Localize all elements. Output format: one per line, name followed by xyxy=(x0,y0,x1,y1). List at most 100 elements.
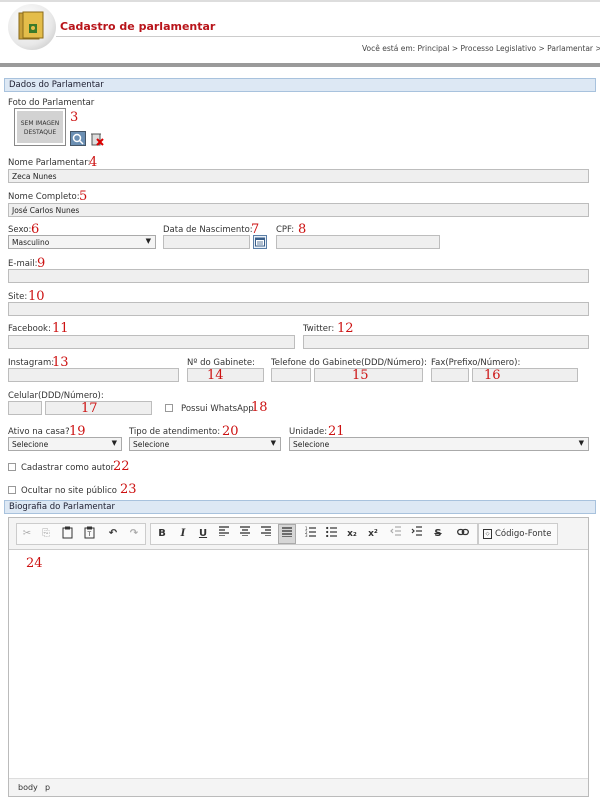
align-justify-icon[interactable] xyxy=(278,524,296,544)
email-input[interactable] xyxy=(8,269,589,283)
sexo-select[interactable]: Masculino ▼ xyxy=(8,235,156,249)
redo-icon[interactable]: ↷ xyxy=(127,526,141,542)
chevron-down-icon: ▼ xyxy=(111,439,117,447)
whatsapp-checkbox[interactable] xyxy=(165,404,173,412)
page-title: Cadastro de parlamentar xyxy=(60,20,216,33)
underline-icon[interactable]: U xyxy=(196,526,210,542)
header-gray-bar xyxy=(0,63,600,67)
app-logo-icon xyxy=(8,4,56,50)
cut-icon[interactable]: ✂ xyxy=(20,526,34,542)
calendar-icon[interactable] xyxy=(253,235,267,249)
nome-parlamentar-label: Nome Parlamentar: xyxy=(8,158,91,168)
source-code-button[interactable]: ◇ Código-Fonte xyxy=(481,526,555,542)
delete-photo-icon[interactable] xyxy=(90,131,104,146)
photo-label: Foto do Parlamentar xyxy=(8,98,95,108)
editor-statusbar xyxy=(9,778,588,796)
fax-prefixo-input[interactable] xyxy=(431,368,469,382)
strikethrough-icon[interactable]: S xyxy=(431,526,445,542)
tipo-atendimento-select[interactable]: Selecione ▼ xyxy=(129,437,281,451)
email-label: E-mail: xyxy=(8,259,38,269)
path-p[interactable]: p xyxy=(45,783,50,792)
marker-5: 5 xyxy=(79,189,88,204)
marker-11: 11 xyxy=(52,321,69,336)
editor-content-area[interactable] xyxy=(9,551,588,777)
unidade-select-value: Selecione xyxy=(293,440,330,449)
source-code-icon: ◇ xyxy=(483,528,492,539)
marker-12: 12 xyxy=(337,321,354,336)
gabinete-input[interactable] xyxy=(187,368,264,382)
ativo-select[interactable]: Selecione ▼ xyxy=(8,437,122,451)
svg-text:3: 3 xyxy=(305,533,308,537)
section-title-dados: Dados do Parlamentar xyxy=(4,78,596,92)
data-nascimento-label: Data de Nascimento: xyxy=(163,225,253,235)
ocultar-site-checkbox[interactable] xyxy=(8,486,16,494)
outdent-icon[interactable] xyxy=(388,526,402,542)
celular-ddd-input[interactable] xyxy=(8,401,42,415)
copy-icon[interactable]: ⎘ xyxy=(39,526,53,542)
cpf-label: CPF: xyxy=(276,225,295,235)
chevron-down-icon: ▼ xyxy=(145,237,151,245)
photo-frame: SEM IMAGEN DESTAQUE xyxy=(14,108,66,146)
instagram-input[interactable] xyxy=(8,368,179,382)
telefone-ddd-input[interactable] xyxy=(271,368,311,382)
paste-text-icon[interactable]: T xyxy=(82,526,96,542)
celular-label: Celular(DDD/Número): xyxy=(8,391,104,401)
unidade-select[interactable]: Selecione ▼ xyxy=(289,437,589,451)
marker-22: 22 xyxy=(113,459,130,474)
marker-3: 3 xyxy=(70,110,79,125)
subscript-icon[interactable]: x₂ xyxy=(345,526,359,542)
photo-placeholder-text-2: DESTAQUE xyxy=(23,129,57,136)
site-input[interactable] xyxy=(8,302,589,316)
marker-15: 15 xyxy=(352,368,369,383)
search-photo-icon[interactable] xyxy=(70,131,86,146)
align-right-icon[interactable] xyxy=(259,526,273,542)
bold-icon[interactable]: B xyxy=(155,526,169,542)
cadastrar-autor-label: Cadastrar como autor xyxy=(21,463,115,473)
numbered-list-icon[interactable]: 123 xyxy=(303,526,317,542)
marker-4: 4 xyxy=(89,155,98,170)
cpf-input[interactable] xyxy=(276,235,440,249)
marker-24: 24 xyxy=(26,556,43,571)
undo-icon[interactable]: ↶ xyxy=(106,526,120,542)
superscript-icon[interactable]: x² xyxy=(366,526,380,542)
tipo-atendimento-select-value: Selecione xyxy=(133,440,170,449)
facebook-input[interactable] xyxy=(8,335,295,349)
italic-icon[interactable]: I xyxy=(176,526,190,542)
chevron-down-icon: ▼ xyxy=(578,439,584,447)
data-nascimento-input[interactable] xyxy=(163,235,250,249)
align-left-icon[interactable] xyxy=(217,526,231,542)
marker-23: 23 xyxy=(120,482,137,497)
section-title-biografia: Biografia do Parlamentar xyxy=(4,500,596,514)
facebook-label: Facebook: xyxy=(8,324,51,334)
celular-numero-input[interactable] xyxy=(45,401,152,415)
unidade-label: Unidade: xyxy=(289,427,328,437)
marker-14: 14 xyxy=(207,368,224,383)
whatsapp-label: Possui WhatsApp xyxy=(181,404,254,414)
nome-completo-input[interactable]: José Carlos Nunes xyxy=(8,203,589,217)
ativo-select-value: Selecione xyxy=(12,440,49,449)
path-body[interactable]: body xyxy=(18,783,38,792)
sexo-label: Sexo: xyxy=(8,225,32,235)
ativo-label: Ativo na casa? xyxy=(8,427,70,437)
tipo-atendimento-label: Tipo de atendimento: xyxy=(129,427,221,437)
gabinete-label: Nº do Gabinete: xyxy=(187,358,255,368)
sexo-select-value: Masculino xyxy=(12,238,50,247)
indent-icon[interactable] xyxy=(409,526,423,542)
bullet-list-icon[interactable] xyxy=(324,526,338,542)
fax-label: Fax(Prefixo/Número): xyxy=(431,358,521,368)
ocultar-site-label: Ocultar no site público xyxy=(21,486,117,496)
instagram-label: Instagram: xyxy=(8,358,55,368)
nome-completo-label: Nome Completo: xyxy=(8,192,80,202)
link-icon[interactable] xyxy=(456,526,470,542)
nome-parlamentar-input[interactable]: Zeca Nunes xyxy=(8,169,589,183)
marker-16: 16 xyxy=(484,368,501,383)
twitter-input[interactable] xyxy=(303,335,589,349)
chevron-down-icon: ▼ xyxy=(270,439,276,447)
paste-icon[interactable] xyxy=(60,526,74,542)
twitter-label: Twitter: xyxy=(303,324,335,334)
cadastrar-autor-checkbox[interactable] xyxy=(8,463,16,471)
svg-text:T: T xyxy=(86,531,91,538)
align-center-icon[interactable] xyxy=(238,526,252,542)
source-code-label: Código-Fonte xyxy=(495,529,552,539)
telefone-label: Telefone do Gabinete(DDD/Número): xyxy=(271,358,427,368)
